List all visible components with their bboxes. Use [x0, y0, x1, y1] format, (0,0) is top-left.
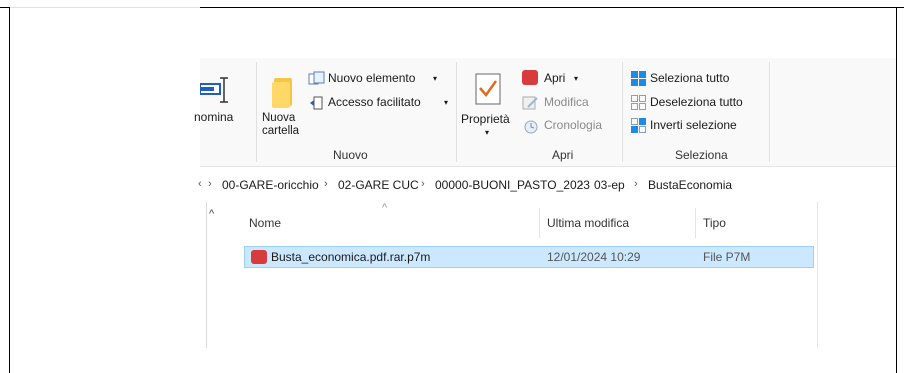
table-row[interactable]: Busta_economica.pdf.rar.p7m 12/01/2024 1… — [244, 246, 814, 268]
invert-selection-label: Inverti selezione — [650, 118, 737, 132]
chevron-right-icon: › — [421, 178, 425, 190]
easy-access-button[interactable]: Accesso facilitato ▾ — [308, 94, 458, 114]
chevron-down-icon: ▾ — [444, 98, 449, 107]
frame-line — [9, 7, 200, 8]
separator — [622, 62, 623, 162]
easy-access-icon — [310, 96, 323, 110]
select-all-button[interactable]: Seleziona tutto — [630, 70, 770, 90]
select-none-button[interactable]: Deseleziona tutto — [630, 94, 770, 114]
new-folder-button[interactable]: Nuova cartella — [260, 68, 310, 143]
file-explorer-window: nomina Nuova cartella Nuovo elemento ▾ A… — [194, 58, 896, 348]
group-label-open: Apri — [552, 148, 574, 162]
frame-line — [896, 7, 897, 373]
group-label-select: Seleziona — [675, 148, 728, 162]
column-header-modified[interactable]: Ultima modifica — [547, 216, 629, 230]
chevron-down-icon: ▾ — [485, 128, 490, 137]
breadcrumb-item[interactable]: 00000-BUONI_PASTO_2023 — [435, 178, 590, 192]
invert-selection-icon — [631, 118, 646, 133]
column-header-type[interactable]: Tipo — [703, 216, 726, 230]
history-label: Cronologia — [544, 118, 603, 132]
checkmark-document-icon — [475, 73, 501, 105]
ribbon: nomina Nuova cartella Nuovo elemento ▾ A… — [194, 58, 896, 167]
new-folder-label-1: Nuova — [262, 112, 296, 124]
p7m-app-icon — [522, 70, 538, 85]
frame-line — [200, 7, 904, 8]
open-label: Apri — [544, 71, 566, 85]
separator — [456, 62, 457, 162]
frame-line — [9, 7, 10, 373]
rename-icon — [200, 77, 228, 103]
invert-selection-button[interactable]: Inverti selezione — [630, 117, 770, 137]
column-header-name[interactable]: Nome — [249, 216, 281, 230]
sort-indicator-icon: ^ — [382, 202, 388, 214]
p7m-file-icon — [251, 250, 267, 264]
folder-icon — [272, 78, 292, 108]
separator — [769, 62, 770, 162]
breadcrumb-item[interactable]: 00-GARE-oricchio — [222, 178, 319, 192]
select-none-label: Deseleziona tutto — [650, 95, 743, 109]
column-separator — [695, 208, 696, 238]
frame-line — [0, 7, 9, 8]
address-bar[interactable]: ‹ › 00-GARE-oricchio › 02-GARE CUC › 000… — [198, 175, 896, 197]
easy-access-label: Accesso facilitato — [328, 95, 421, 109]
properties-button[interactable]: Proprietà ▾ — [458, 68, 516, 143]
new-folder-label-2: cartella — [262, 125, 300, 137]
edit-label: Modifica — [544, 95, 589, 109]
select-none-icon — [631, 95, 646, 110]
chevron-right-icon: › — [634, 178, 638, 190]
column-separator — [817, 202, 818, 348]
file-list: ^ Nome Ultima modifica Tipo Busta_econom… — [207, 202, 817, 348]
separator — [256, 62, 257, 162]
chevron-right-icon: › — [324, 178, 328, 190]
select-all-icon — [631, 71, 646, 86]
chevron-down-icon: ▾ — [574, 74, 579, 83]
edit-icon — [522, 96, 538, 110]
group-label-new: Nuovo — [333, 148, 368, 162]
file-type: File P7M — [703, 250, 751, 264]
file-name: Busta_economica.pdf.rar.p7m — [271, 250, 431, 264]
open-button[interactable]: Apri ▾ — [522, 70, 592, 90]
properties-label: Proprietà — [461, 112, 510, 126]
rename-label: nomina — [194, 110, 234, 124]
breadcrumb-item[interactable]: 02-GARE CUC — [338, 178, 419, 192]
rename-button[interactable]: nomina — [194, 72, 252, 132]
chevron-right-icon: › — [208, 178, 212, 190]
file-modified: 12/01/2024 10:29 — [547, 250, 641, 264]
breadcrumb-item[interactable]: BustaEconomia — [648, 178, 732, 192]
history-icon — [524, 120, 538, 134]
chevron-down-icon: ▾ — [433, 74, 438, 83]
new-item-label: Nuovo elemento — [328, 71, 416, 85]
chevron-left-icon: ‹ — [198, 178, 202, 190]
new-item-button[interactable]: Nuovo elemento ▾ — [308, 70, 448, 90]
edit-button[interactable]: Modifica — [522, 94, 602, 114]
column-separator — [539, 208, 540, 238]
chevron-right-icon: › — [580, 178, 584, 190]
history-button[interactable]: Cronologia — [522, 117, 612, 137]
select-all-label: Seleziona tutto — [650, 71, 730, 85]
navigation-pane — [200, 202, 207, 348]
new-item-icon — [308, 71, 325, 85]
breadcrumb-item[interactable]: 03-ep — [594, 178, 625, 192]
